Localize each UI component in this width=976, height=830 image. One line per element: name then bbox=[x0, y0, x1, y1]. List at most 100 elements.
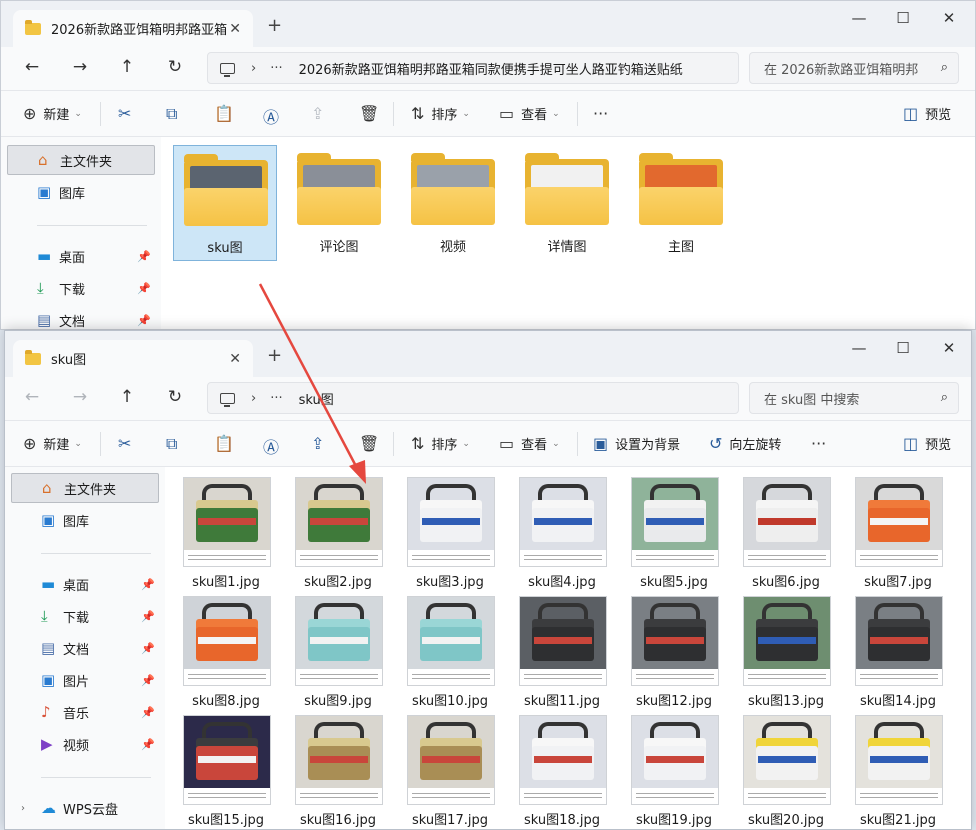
copy-button[interactable]: ⧉ bbox=[166, 434, 184, 454]
forward-button[interactable]: → bbox=[69, 387, 91, 407]
file-item[interactable]: sku图3.jpg bbox=[395, 477, 505, 593]
search-input[interactable]: 在 2026新款路亚饵箱明邦 ⌕ bbox=[749, 52, 959, 84]
pin-icon[interactable]: 📌 bbox=[137, 250, 151, 263]
sidebar-item-documents[interactable]: ▤ 文档 📌 bbox=[11, 633, 159, 663]
paste-button[interactable]: 📋 bbox=[214, 104, 241, 123]
up-button[interactable]: ↑ bbox=[116, 387, 138, 407]
minimize-button[interactable]: — bbox=[847, 9, 871, 27]
folder-item[interactable]: sku图 bbox=[173, 145, 277, 261]
new-tab-button[interactable]: + bbox=[267, 345, 282, 366]
preview-button[interactable]: ◫ 预览 bbox=[903, 434, 951, 453]
file-item[interactable]: sku图2.jpg bbox=[283, 477, 393, 593]
sidebar-item-gallery[interactable]: ▣ 图库 bbox=[7, 177, 155, 207]
preview-button[interactable]: ◫ 预览 bbox=[903, 104, 951, 123]
file-item[interactable]: sku图12.jpg bbox=[619, 596, 729, 712]
file-item[interactable]: sku图7.jpg bbox=[843, 477, 953, 593]
pin-icon[interactable]: 📌 bbox=[141, 706, 155, 719]
tab-sku-folder[interactable]: sku图 ✕ bbox=[13, 340, 253, 377]
delete-button[interactable]: 🗑 bbox=[359, 434, 386, 453]
folder-item[interactable]: 主图 bbox=[629, 145, 733, 261]
refresh-button[interactable]: ↻ bbox=[164, 387, 186, 407]
sidebar-item-music[interactable]: ♪ 音乐 📌 bbox=[11, 697, 159, 727]
file-item[interactable]: sku图1.jpg bbox=[171, 477, 281, 593]
pin-icon[interactable]: 📌 bbox=[137, 314, 151, 327]
sidebar-item-desktop[interactable]: ▬ 桌面 📌 bbox=[11, 569, 159, 599]
view-button[interactable]: ▭ 查看 ⌄ bbox=[499, 434, 560, 453]
close-window-button[interactable]: ✕ bbox=[937, 9, 961, 27]
sort-button[interactable]: ⇅ 排序 ⌄ bbox=[411, 104, 470, 123]
file-item[interactable]: sku图10.jpg bbox=[395, 596, 505, 712]
cut-button[interactable]: ✂ bbox=[118, 104, 138, 123]
sidebar-item-home[interactable]: ⌂ 主文件夹 bbox=[11, 473, 159, 503]
delete-button[interactable]: 🗑 bbox=[359, 104, 386, 123]
more-options-button[interactable]: ··· bbox=[811, 434, 833, 453]
file-item[interactable]: sku图20.jpg bbox=[731, 715, 841, 829]
pin-icon[interactable]: 📌 bbox=[137, 282, 151, 295]
sort-button[interactable]: ⇅ 排序 ⌄ bbox=[411, 434, 470, 453]
view-button[interactable]: ▭ 查看 ⌄ bbox=[499, 104, 560, 123]
maximize-button[interactable]: ☐ bbox=[891, 9, 915, 27]
file-item[interactable]: sku图16.jpg bbox=[283, 715, 393, 829]
close-window-button[interactable]: ✕ bbox=[937, 339, 961, 357]
sidebar-item-gallery[interactable]: ▣ 图库 bbox=[11, 505, 159, 535]
new-tab-button[interactable]: + bbox=[267, 15, 282, 36]
file-item[interactable]: sku图13.jpg bbox=[731, 596, 841, 712]
file-item[interactable]: sku图5.jpg bbox=[619, 477, 729, 593]
close-tab-icon[interactable]: ✕ bbox=[229, 351, 241, 367]
file-item[interactable]: sku图4.jpg bbox=[507, 477, 617, 593]
pin-icon[interactable]: 📌 bbox=[141, 610, 155, 623]
file-item[interactable]: sku图14.jpg bbox=[843, 596, 953, 712]
address-input[interactable]: › ··· sku图 bbox=[207, 382, 739, 414]
share-button[interactable]: ⇪ bbox=[311, 434, 331, 453]
more-options-button[interactable]: ··· bbox=[593, 104, 615, 123]
back-button[interactable]: ← bbox=[21, 57, 43, 77]
sidebar-item-downloads[interactable]: ⤓ 下载 📌 bbox=[11, 601, 159, 631]
minimize-button[interactable]: — bbox=[847, 339, 871, 357]
file-item[interactable]: sku图6.jpg bbox=[731, 477, 841, 593]
sidebar-item-documents[interactable]: ▤ 文档 📌 bbox=[7, 305, 155, 329]
sidebar-item-videos[interactable]: ▶ 视频 📌 bbox=[11, 729, 159, 759]
back-button[interactable]: ← bbox=[21, 387, 43, 407]
close-tab-icon[interactable]: ✕ bbox=[229, 21, 241, 37]
sidebar-item-pictures[interactable]: ▣ 图片 📌 bbox=[11, 665, 159, 695]
rename-button[interactable]: Ⓐ bbox=[263, 104, 286, 128]
up-button[interactable]: ↑ bbox=[116, 57, 138, 77]
pin-icon[interactable]: 📌 bbox=[141, 738, 155, 751]
sidebar-item-downloads[interactable]: ⤓ 下载 📌 bbox=[7, 273, 155, 303]
copy-button[interactable]: ⧉ bbox=[166, 104, 184, 124]
new-button[interactable]: ⊕ 新建 ⌄ bbox=[23, 104, 82, 123]
file-item[interactable]: sku图8.jpg bbox=[171, 596, 281, 712]
paste-button[interactable]: 📋 bbox=[214, 434, 241, 453]
sidebar-item-desktop[interactable]: ▬ 桌面 📌 bbox=[7, 241, 155, 271]
set-as-background-button[interactable]: ▣ 设置为背景 bbox=[593, 434, 680, 453]
maximize-button[interactable]: ☐ bbox=[891, 339, 915, 357]
folder-item[interactable]: 评论图 bbox=[287, 145, 391, 261]
file-item[interactable]: sku图9.jpg bbox=[283, 596, 393, 712]
file-item[interactable]: sku图19.jpg bbox=[619, 715, 729, 829]
file-item[interactable]: sku图18.jpg bbox=[507, 715, 617, 829]
file-item[interactable]: sku图15.jpg bbox=[171, 715, 281, 829]
pin-icon[interactable]: 📌 bbox=[141, 642, 155, 655]
file-item[interactable]: sku图17.jpg bbox=[395, 715, 505, 829]
file-item[interactable]: sku图21.jpg bbox=[843, 715, 953, 829]
cut-button[interactable]: ✂ bbox=[118, 434, 138, 453]
tab-parent-folder[interactable]: 2026新款路亚饵箱明邦路亚箱 ✕ bbox=[13, 10, 253, 47]
folder-item[interactable]: 详情图 bbox=[515, 145, 619, 261]
forward-button[interactable]: → bbox=[69, 57, 91, 77]
pin-icon[interactable]: 📌 bbox=[141, 578, 155, 591]
more-path-icon[interactable]: ··· bbox=[270, 61, 282, 76]
folder-item[interactable]: 视频 bbox=[401, 145, 505, 261]
rotate-left-button[interactable]: ↺ 向左旋转 bbox=[709, 434, 781, 453]
sidebar-item-wps-cloud[interactable]: › ☁ WPS云盘 bbox=[11, 793, 159, 823]
sidebar-item-home[interactable]: ⌂ 主文件夹 bbox=[7, 145, 155, 175]
refresh-button[interactable]: ↻ bbox=[164, 57, 186, 77]
more-path-icon[interactable]: ··· bbox=[270, 391, 282, 406]
chevron-right-icon[interactable]: › bbox=[21, 803, 25, 814]
search-input[interactable]: 在 sku图 中搜索 ⌕ bbox=[749, 382, 959, 414]
new-button[interactable]: ⊕ 新建 ⌄ bbox=[23, 434, 82, 453]
pin-icon[interactable]: 📌 bbox=[141, 674, 155, 687]
share-button[interactable]: ⇪ bbox=[311, 104, 331, 123]
rename-button[interactable]: Ⓐ bbox=[263, 434, 286, 458]
file-item[interactable]: sku图11.jpg bbox=[507, 596, 617, 712]
address-input[interactable]: › ··· 2026新款路亚饵箱明邦路亚箱同款便携手提可坐人路亚钓箱送贴纸 bbox=[207, 52, 739, 84]
